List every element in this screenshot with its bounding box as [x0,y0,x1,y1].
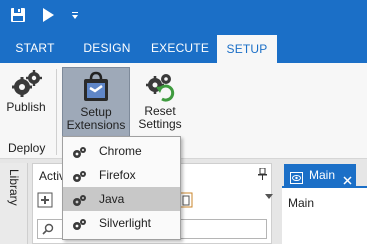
tab-start[interactable]: START [8,33,62,63]
library-side-tab[interactable]: Library [0,163,28,244]
setup-extensions-menu: Chrome Firefox Java Silverlight [62,136,181,240]
search-icon [42,223,54,238]
gears-icon [4,67,48,101]
save-icon[interactable] [10,7,26,23]
menu-item-firefox[interactable]: Firefox [63,163,180,187]
document-body-title: Main [288,196,315,210]
activities-toolbar [37,192,193,211]
title-bar [0,0,367,33]
menu-item-label: Silverlight [99,216,152,230]
document-tab-label: Main [309,168,336,182]
customize-dropdown-icon[interactable] [71,12,79,20]
pin-icon[interactable] [258,167,267,183]
tab-setup[interactable]: SETUP [217,33,277,63]
panel-scrollbar[interactable] [264,190,274,244]
menu-item-label: Chrome [99,144,142,158]
add-icon[interactable] [37,192,53,211]
gears-icon [71,216,87,240]
ribbon-panel: Publish Setup Extensions Reset Settings … [0,63,367,159]
reset-settings-button[interactable]: Reset Settings [134,67,186,131]
reset-settings-label-line2: Settings [138,117,182,131]
setup-extensions-button[interactable]: Setup Extensions [62,67,130,141]
publish-button[interactable]: Publish [4,67,48,114]
puzzle-bag-icon [63,68,129,106]
tab-execute[interactable]: EXECUTE [148,33,212,63]
menu-item-silverlight[interactable]: Silverlight [63,211,180,235]
ribbon-separator [56,69,57,155]
menu-item-label: Java [99,192,125,206]
publish-label: Publish [6,100,46,114]
ribbon-tabs: START DESIGN EXECUTE SETUP [0,33,367,63]
play-icon[interactable] [40,7,56,23]
tab-design[interactable]: DESIGN [78,33,136,63]
deploy-group-label: Deploy [8,141,46,155]
document-body: Main [282,186,367,244]
library-label: Library [7,169,21,206]
delete-icon[interactable] [179,192,193,211]
scroll-down-icon[interactable] [264,190,274,204]
menu-item-java[interactable]: Java [63,187,180,211]
document-tab-main[interactable]: Main [284,164,356,186]
menu-item-chrome[interactable]: Chrome [63,139,180,163]
reset-gears-icon [134,67,186,105]
menu-item-label: Firefox [99,168,136,182]
setup-extensions-label-line2: Extensions [66,118,126,132]
